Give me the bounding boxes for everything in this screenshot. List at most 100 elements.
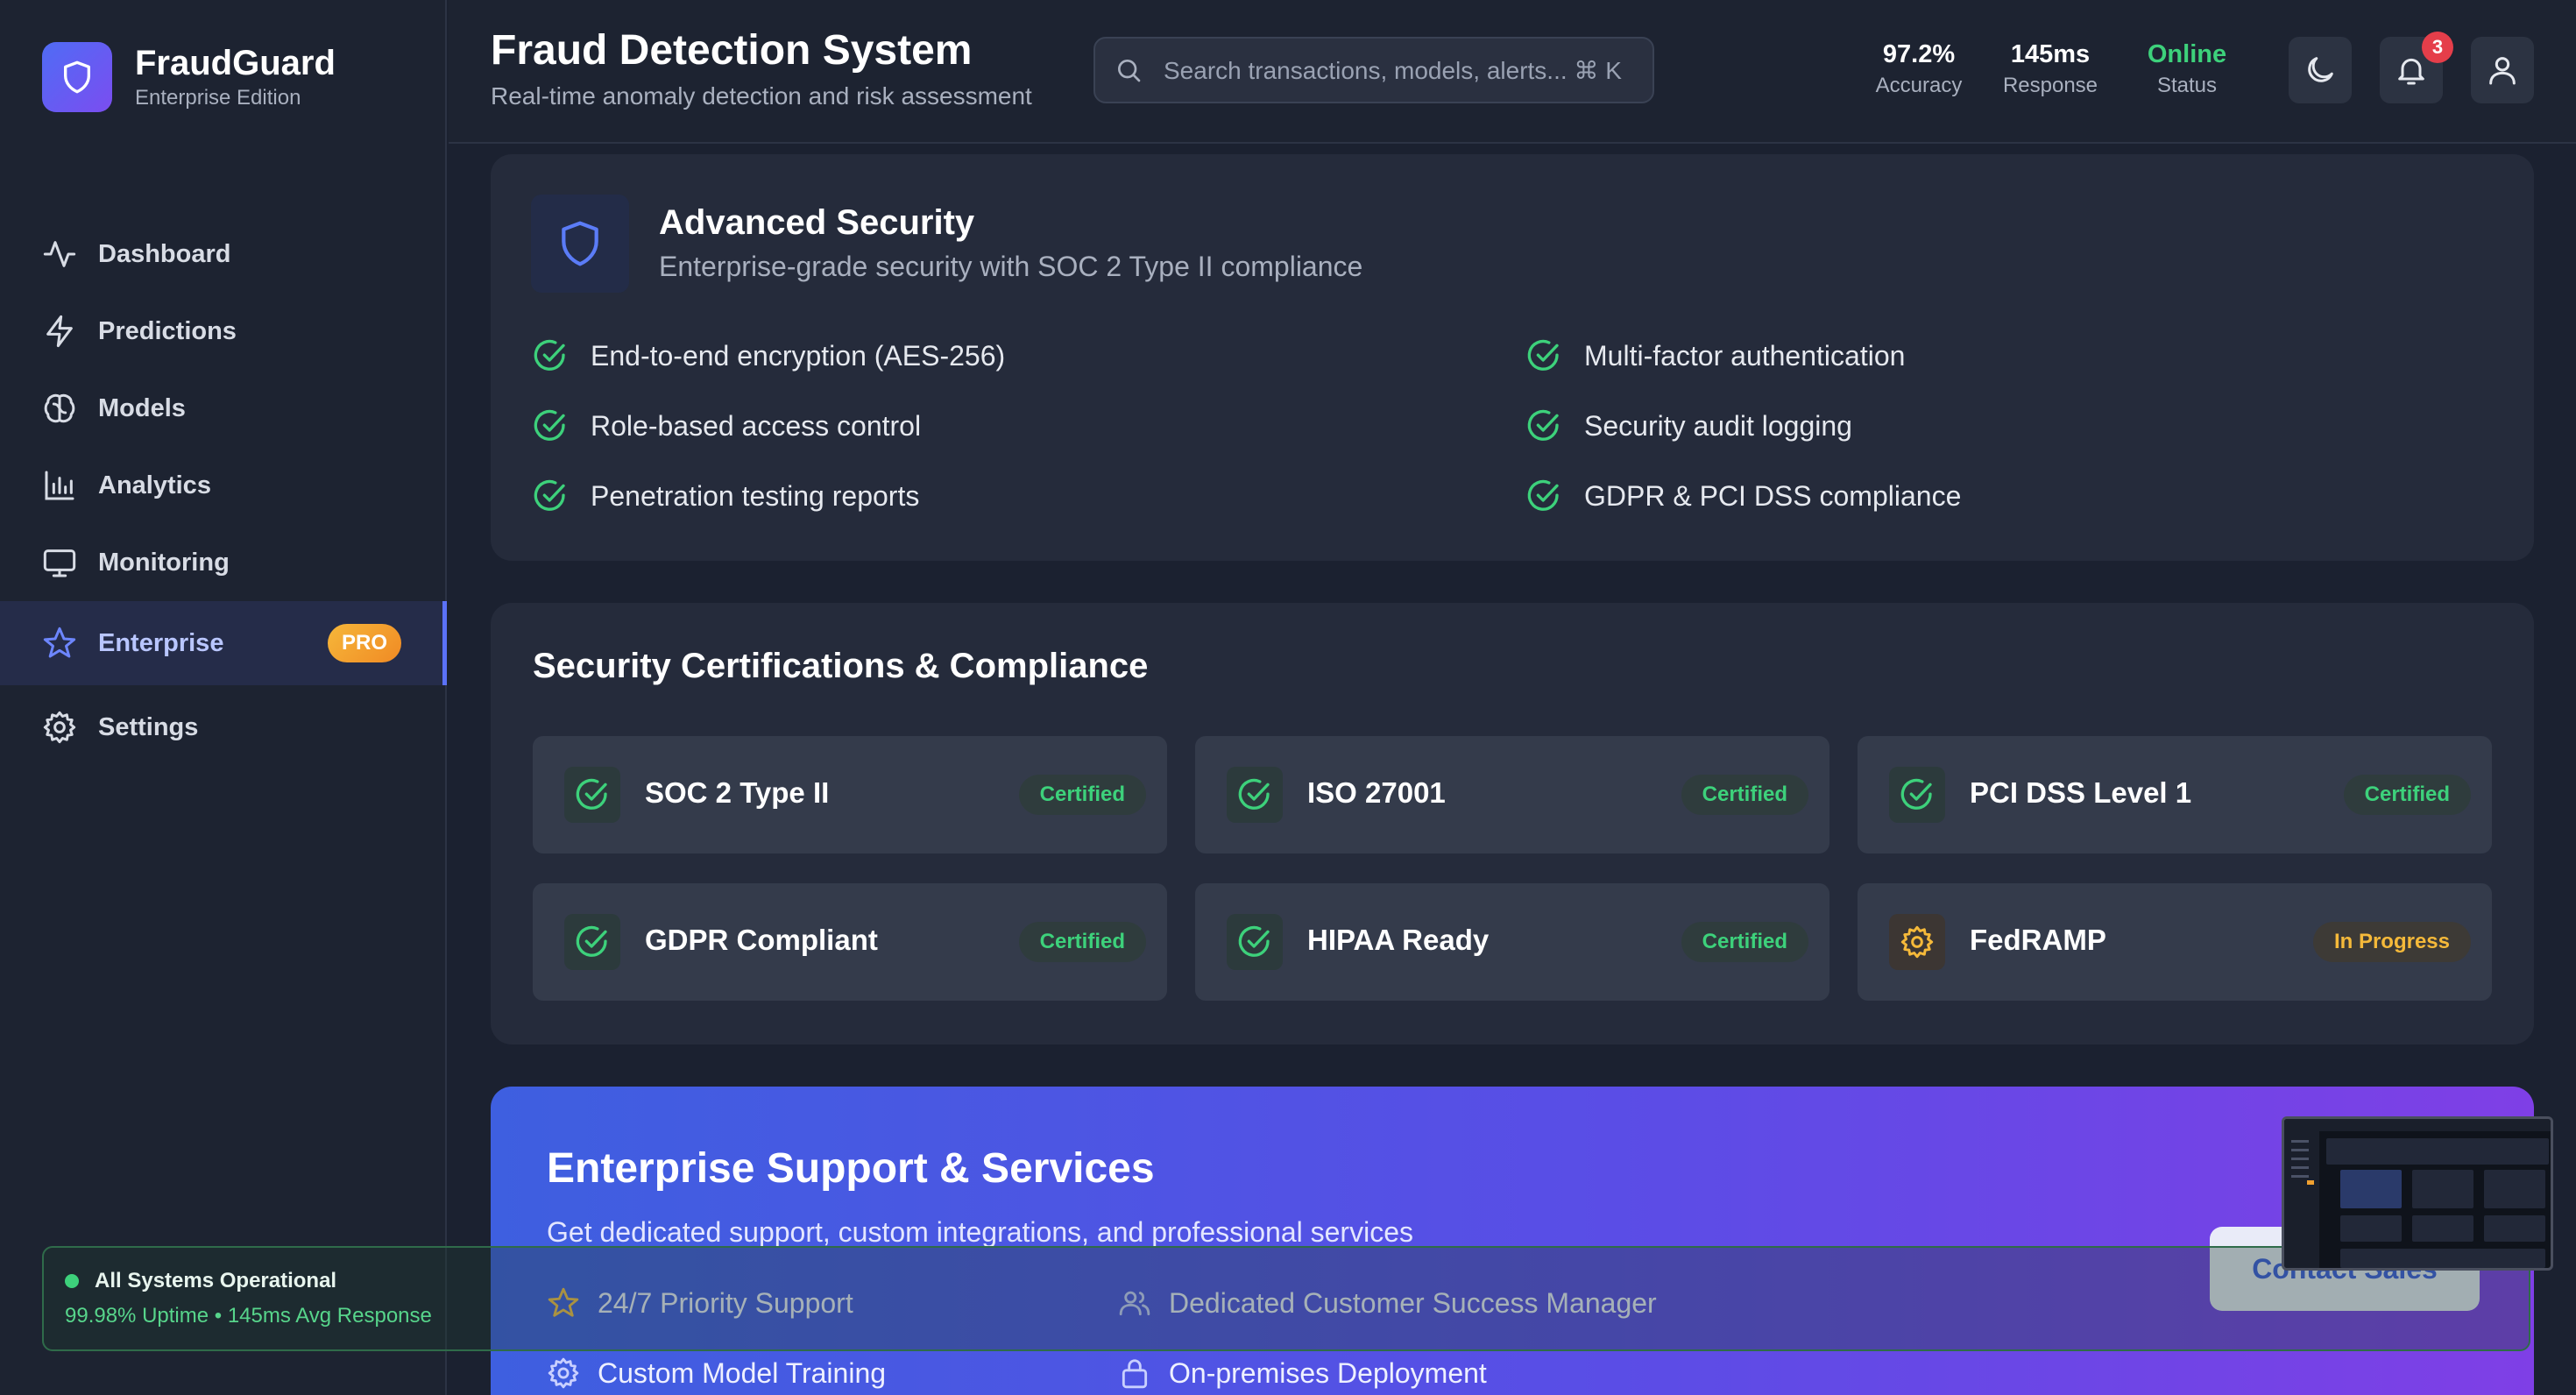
user-menu-button[interactable]: [2471, 37, 2534, 103]
brand[interactable]: FraudGuard Enterprise Edition: [42, 42, 336, 112]
sidebar-item-enterprise[interactable]: Enterprise PRO: [0, 601, 447, 685]
accuracy-label: Accuracy: [1875, 74, 1963, 97]
check-circle-icon: [564, 767, 620, 823]
lock-icon: [1122, 1359, 1148, 1389]
support-item: On-premises Deployment: [1118, 1356, 1487, 1390]
certification-card-fedramp[interactable]: FedRAMP In Progress: [1858, 883, 2492, 1001]
check-circle-icon: [1889, 767, 1945, 823]
certification-card-soc2[interactable]: SOC 2 Type II Certified: [533, 736, 1167, 853]
certification-status-badge: Certified: [2343, 775, 2471, 815]
page-subtitle: Real-time anomaly detection and risk ass…: [491, 82, 1032, 110]
thumbnail-highlight: [2340, 1170, 2402, 1208]
sidebar: FraudGuard Enterprise Edition Dashboard …: [0, 0, 447, 1395]
sidebar-item-dashboard[interactable]: Dashboard: [0, 216, 447, 293]
certification-status-badge: Certified: [1018, 922, 1146, 962]
sidebar-item-label: Analytics: [98, 471, 211, 499]
feature-label: Multi-factor authentication: [1584, 339, 1906, 372]
moon-icon: [2308, 57, 2333, 82]
thumbnail-panel: [2340, 1249, 2545, 1268]
feature-label: Role-based access control: [591, 409, 922, 442]
certification-status-badge: Certified: [1681, 775, 1808, 815]
search-icon: [1118, 60, 1141, 82]
feature-label: Security audit logging: [1584, 409, 1852, 442]
certification-status-badge: Certified: [1018, 775, 1146, 815]
brand-text: FraudGuard Enterprise Edition: [135, 42, 336, 112]
response-value: 145ms: [2010, 40, 2091, 68]
security-feature: Security audit logging: [1526, 408, 1852, 443]
security-feature: Multi-factor authentication: [1526, 338, 1905, 373]
certification-card-pci-dss[interactable]: PCI DSS Level 1 Certified: [1858, 736, 2492, 853]
certification-card-gdpr[interactable]: GDPR Compliant Certified: [533, 883, 1167, 1001]
sidebar-item-monitoring[interactable]: Monitoring: [0, 524, 447, 601]
support-item: Custom Model Training: [547, 1356, 886, 1390]
security-feature: GDPR & PCI DSS compliance: [1526, 478, 1961, 513]
status-dot: [65, 1274, 79, 1288]
system-status-title-text: All Systems Operational: [95, 1269, 337, 1292]
accuracy-stat: 97.2% Accuracy: [1866, 37, 1971, 100]
thumbnail-panel: [2484, 1215, 2545, 1242]
sidebar-nav: Dashboard Predictions Models Analytics M…: [0, 216, 447, 766]
response-stat: 145ms Response: [1998, 37, 2103, 100]
certifications-panel: Security Certifications & Compliance SOC…: [491, 603, 2534, 1044]
brain-icon: [44, 393, 75, 423]
feature-label: End-to-end encryption (AES-256): [591, 339, 1006, 372]
notification-count-badge: 3: [2422, 32, 2453, 63]
security-title: Advanced Security: [659, 203, 975, 242]
system-status-card: All Systems Operational 99.98% Uptime • …: [42, 1246, 2530, 1351]
sidebar-item-label: Predictions: [98, 316, 237, 345]
sidebar-item-predictions[interactable]: Predictions: [0, 293, 447, 370]
response-label: Response: [2002, 74, 2098, 97]
theme-toggle-button[interactable]: [2289, 37, 2352, 103]
sidebar-item-label: Dashboard: [98, 239, 231, 268]
notifications-button[interactable]: 3: [2380, 32, 2453, 103]
thumbnail-panel: [2412, 1215, 2473, 1242]
certification-card-iso27001[interactable]: ISO 27001 Certified: [1195, 736, 1829, 853]
certifications-title: Security Certifications & Compliance: [533, 647, 1149, 685]
page-title: Fraud Detection System: [491, 27, 973, 74]
screenshot-preview-thumbnail[interactable]: [2282, 1116, 2553, 1271]
support-title: Enterprise Support & Services: [547, 1145, 1155, 1192]
thumbnail-nav-line: [2291, 1149, 2309, 1151]
check-circle-icon: [534, 409, 565, 441]
thumbnail-nav-line: [2291, 1158, 2309, 1160]
sidebar-item-settings[interactable]: Settings: [0, 689, 447, 766]
thumbnail-header: [2319, 1119, 2551, 1131]
gear-icon: [548, 1357, 579, 1389]
sidebar-item-analytics[interactable]: Analytics: [0, 447, 447, 524]
shield-logo-icon: [42, 42, 112, 112]
thumbnail-nav-line: [2291, 1140, 2309, 1143]
thumbnail-panel: [2340, 1215, 2402, 1242]
top-header: Fraud Detection System Real-time anomaly…: [449, 0, 2576, 144]
check-circle-icon: [534, 339, 565, 371]
lightning-icon: [46, 315, 73, 348]
thumbnail-panel: [2412, 1170, 2473, 1208]
activity-icon: [43, 241, 76, 267]
user-icon: [2489, 57, 2516, 85]
sidebar-item-label: Enterprise: [98, 628, 224, 657]
certification-name: SOC 2 Type II: [645, 776, 830, 809]
status-label: Status: [2156, 74, 2218, 97]
app-root: FraudGuard Enterprise Edition Dashboard …: [0, 0, 2576, 1395]
certification-name: PCI DSS Level 1: [1970, 776, 2192, 809]
sidebar-item-label: Models: [98, 393, 186, 422]
sidebar-item-models[interactable]: Models: [0, 370, 447, 447]
sidebar-item-label: Settings: [98, 712, 199, 741]
certification-name: HIPAA Ready: [1307, 924, 1490, 956]
star-icon: [43, 627, 76, 658]
status-stat: Online Status: [2134, 37, 2240, 100]
sidebar-item-label: Monitoring: [98, 548, 230, 577]
check-circle-icon: [534, 479, 565, 511]
check-circle-icon: [1527, 339, 1559, 371]
bell-icon: [2398, 58, 2424, 85]
check-circle-icon: [1527, 479, 1559, 511]
pro-badge: PRO: [328, 624, 401, 662]
shield-icon: [531, 195, 629, 293]
certification-name: FedRAMP: [1970, 924, 2106, 956]
thumbnail-panel: [2326, 1138, 2549, 1165]
check-circle-icon: [1527, 409, 1559, 441]
check-circle-icon: [564, 914, 620, 970]
search-input[interactable]: Search transactions, models, alerts... ⌘…: [1093, 37, 1654, 103]
certification-card-hipaa[interactable]: HIPAA Ready Certified: [1195, 883, 1829, 1001]
status-value: Online: [2147, 40, 2227, 68]
brand-name: FraudGuard: [135, 44, 336, 82]
